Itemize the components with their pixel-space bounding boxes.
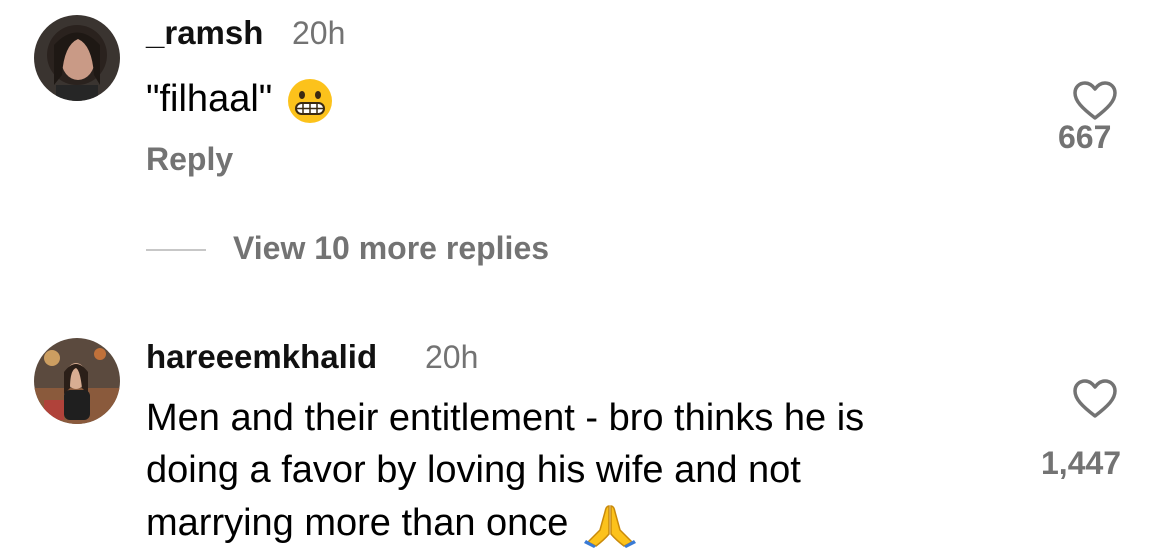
view-more-replies-button[interactable]: View 10 more replies bbox=[233, 230, 549, 267]
comment-timestamp: 20h bbox=[425, 339, 479, 375]
comment-text-line: Men and their entitlement - bro thinks h… bbox=[146, 397, 865, 439]
comment-text-line: marrying more than once bbox=[146, 502, 638, 548]
comment-username[interactable]: hareeemkhalid bbox=[146, 338, 377, 376]
grimacing-face-icon bbox=[286, 77, 334, 125]
folded-hands-icon bbox=[582, 502, 638, 548]
avatar-ramsh[interactable] bbox=[34, 15, 120, 101]
comment-text: marrying more than once bbox=[146, 502, 569, 545]
comment-username[interactable]: _ramsh bbox=[146, 14, 263, 52]
comment-timestamp: 20h bbox=[292, 15, 346, 51]
comment-text: "filhaal" bbox=[146, 78, 273, 121]
like-heart-icon[interactable] bbox=[1072, 80, 1118, 122]
view-more-divider bbox=[146, 249, 206, 251]
comment-text-line: doing a favor by loving his wife and not bbox=[146, 449, 801, 491]
like-count: 667 bbox=[1058, 119, 1112, 155]
avatar-hareeemkhalid[interactable] bbox=[34, 338, 120, 424]
like-count: 1,447 bbox=[1041, 445, 1122, 481]
like-heart-icon[interactable] bbox=[1072, 378, 1118, 420]
reply-button[interactable]: Reply bbox=[146, 141, 233, 178]
comment-text-line: "filhaal" bbox=[146, 77, 334, 125]
